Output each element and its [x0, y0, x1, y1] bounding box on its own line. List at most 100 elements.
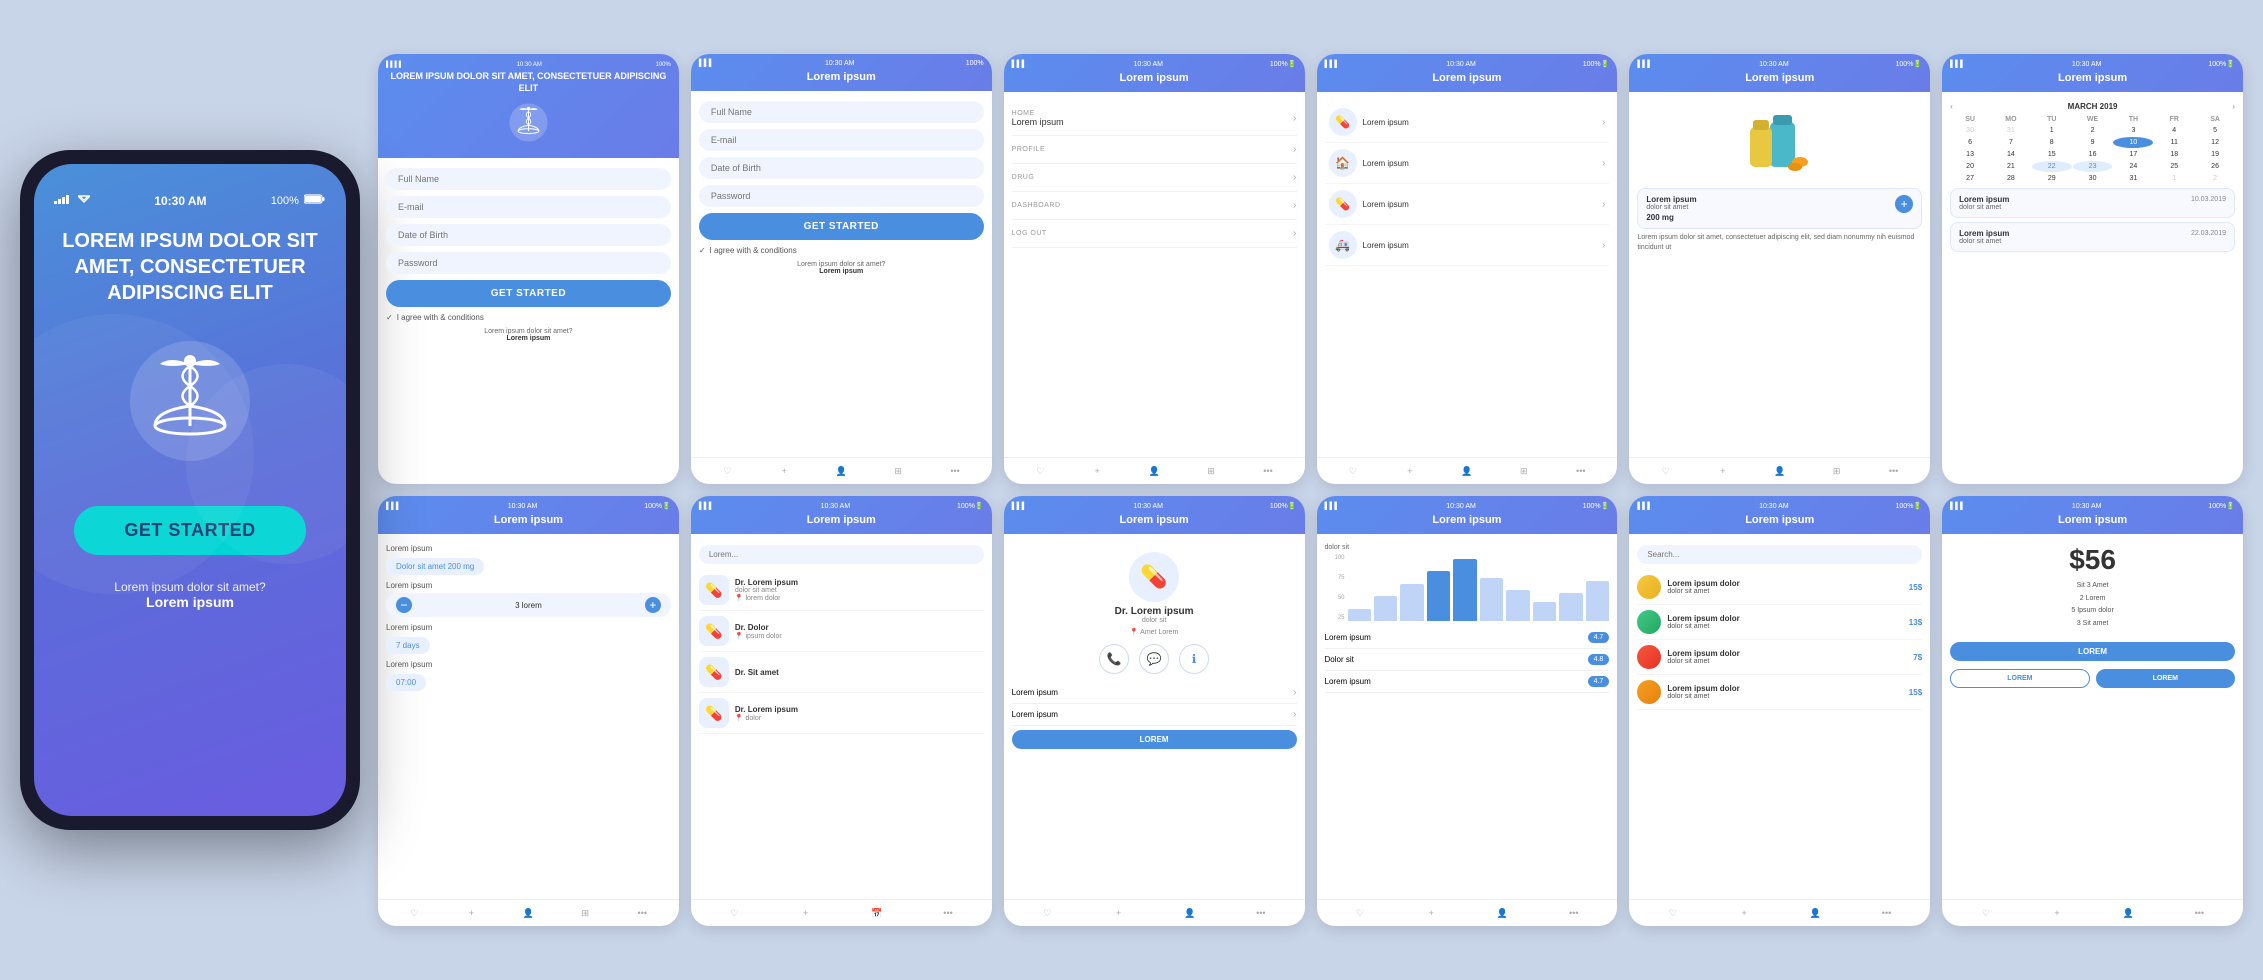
phones-grid: ▌▌▌▌ 10:30 AM 100% LOREM IPSUM DOLOR SIT… — [378, 54, 2243, 926]
nav-home[interactable]: HOME Lorem ipsum › — [1012, 102, 1297, 136]
info-icon[interactable]: ℹ — [1179, 644, 1209, 674]
p9-user-icon[interactable]: 👤 — [1182, 905, 1198, 921]
phone-registration: ▌▌▌▌ 10:30 AM 100% LOREM IPSUM DOLOR SIT… — [378, 54, 679, 484]
p1-get-started-btn[interactable]: GET STARTED — [386, 280, 671, 307]
p9-plus-icon[interactable]: + — [1110, 905, 1126, 921]
doc-profile-avatar: 💊 — [1129, 552, 1179, 602]
nav-home-chevron: › — [1293, 113, 1296, 124]
p2-user-icon[interactable]: 👤 — [833, 463, 849, 479]
p8-calendar-icon[interactable]: 📅 — [869, 905, 885, 921]
p5-title: Lorem ipsum — [1637, 72, 1922, 84]
action-icons: 📞 💬 ℹ — [1012, 644, 1297, 674]
p2-fullname[interactable] — [699, 101, 984, 123]
p1-dob-input[interactable] — [386, 224, 671, 246]
p8-search[interactable] — [699, 545, 984, 564]
doctor-item-4[interactable]: 💊 Dr. Lorem ipsum 📍 dolor — [699, 693, 984, 734]
p2-body: GET STARTED ✓ I agree with & conditions … — [691, 91, 992, 457]
p5-user-icon[interactable]: 👤 — [1772, 463, 1788, 479]
p1-password-input[interactable] — [386, 252, 671, 274]
p7-plus-icon[interactable]: + — [463, 905, 479, 921]
nav-dashboard[interactable]: DASHBOARD › — [1012, 192, 1297, 220]
p2-dots-icon[interactable]: ••• — [947, 463, 963, 479]
doctor-item-2[interactable]: 💊 Dr. Dolor 📍 ipsum dolor — [699, 611, 984, 652]
doc-profile-location: 📍 Amet Lorem — [1012, 628, 1297, 636]
p10-plus-icon[interactable]: + — [1423, 905, 1439, 921]
nav-profile[interactable]: PROFILE › — [1012, 136, 1297, 164]
p2-password[interactable] — [699, 185, 984, 207]
p7-dots-icon[interactable]: ••• — [634, 905, 650, 921]
p12-plus-icon[interactable]: + — [2049, 905, 2065, 921]
doctor-item-1[interactable]: 💊 Dr. Lorem ipsum dolor sit amet 📍 lorem… — [699, 570, 984, 611]
p5-body: + Lorem ipsum dolor sit amet 200 mg Lore… — [1629, 92, 1930, 457]
p11-user-icon[interactable]: 👤 — [1807, 905, 1823, 921]
p3-grid-icon[interactable]: ⊞ — [1203, 463, 1219, 479]
p7-grid-icon[interactable]: ⊞ — [577, 905, 593, 921]
p2-get-started-btn[interactable]: GET STARTED — [699, 213, 984, 240]
p9-lorem-btn[interactable]: LOREM — [1012, 730, 1297, 749]
p8-dots-icon[interactable]: ••• — [940, 905, 956, 921]
p8-heart-icon: ♡ — [726, 905, 742, 921]
med-price-3[interactable]: Lorem ipsum dolor dolor sit amet 7$ — [1637, 640, 1922, 675]
big-time: 10:30 AM — [154, 194, 206, 208]
med-price-1[interactable]: Lorem ipsum dolor dolor sit amet 15$ — [1637, 570, 1922, 605]
big-phone-screen: 10:30 AM 100% LOREM IPSUM DOLOR SIT AMET… — [34, 164, 346, 816]
cat-chevron-3: › — [1602, 199, 1605, 210]
p7-user-icon[interactable]: 👤 — [520, 905, 536, 921]
p1-email-input[interactable] — [386, 196, 671, 218]
p3-dots-icon[interactable]: ••• — [1260, 463, 1276, 479]
lorem-row-2[interactable]: Lorem ipsum › — [1012, 704, 1297, 726]
cat-item-1[interactable]: 💊 Lorem ipsum › — [1325, 102, 1610, 143]
p2-dob[interactable] — [699, 157, 984, 179]
doctor-item-3[interactable]: 💊 Dr. Sit amet — [699, 652, 984, 693]
p3-user-icon[interactable]: 👤 — [1146, 463, 1162, 479]
cal-entry-1: Lorem ipsum 10.03.2019 dolor sit amet — [1950, 188, 2235, 218]
p11-plus-icon[interactable]: + — [1736, 905, 1752, 921]
big-sub-link[interactable]: Lorem ipsum — [146, 594, 234, 610]
cal-prev[interactable]: ‹ — [1950, 102, 1953, 111]
p12-lorem-label[interactable]: LOREM — [1950, 642, 2235, 661]
p3-plus-icon[interactable]: + — [1089, 463, 1105, 479]
p11-dots-icon[interactable]: ••• — [1879, 905, 1895, 921]
p12-btn2[interactable]: LOREM — [2096, 669, 2235, 688]
lorem-row-1[interactable]: Lorem ipsum › — [1012, 682, 1297, 704]
p2-grid-icon[interactable]: ⊞ — [890, 463, 906, 479]
p2-plus-icon[interactable]: + — [776, 463, 792, 479]
p4-grid-icon[interactable]: ⊞ — [1516, 463, 1532, 479]
med-price-2[interactable]: Lorem ipsum dolor dolor sit amet 13$ — [1637, 605, 1922, 640]
p5-grid-icon[interactable]: ⊞ — [1829, 463, 1845, 479]
p4-dots-icon[interactable]: ••• — [1573, 463, 1589, 479]
p2-status: ▌▌▌ 10:30 AM 100% — [699, 60, 984, 67]
p10-dots-icon[interactable]: ••• — [1566, 905, 1582, 921]
p12-dots-icon[interactable]: ••• — [2191, 905, 2207, 921]
p5-plus-icon[interactable]: + — [1715, 463, 1731, 479]
p5-dots-icon[interactable]: ••• — [1886, 463, 1902, 479]
p11-search[interactable] — [1637, 545, 1922, 564]
p4-body: 💊 Lorem ipsum › 🏠 Lorem ipsum › 💊 Lorem … — [1317, 92, 1618, 457]
p7-minus-btn[interactable]: − — [396, 597, 412, 613]
message-icon[interactable]: 💬 — [1139, 644, 1169, 674]
doc-avatar-3: 💊 — [699, 657, 729, 687]
p4-user-icon[interactable]: 👤 — [1459, 463, 1475, 479]
cat-item-4[interactable]: 🚑 Lorem ipsum › — [1325, 225, 1610, 266]
cat-item-2[interactable]: 🏠 Lorem ipsum › — [1325, 143, 1610, 184]
p9-dots-icon[interactable]: ••• — [1253, 905, 1269, 921]
p1-fullname-input[interactable] — [386, 168, 671, 190]
nav-logout[interactable]: LOG OUT › — [1012, 220, 1297, 248]
call-icon[interactable]: 📞 — [1099, 644, 1129, 674]
p12-title: Lorem ipsum — [1950, 514, 2235, 526]
p7-plus-btn[interactable]: + — [645, 597, 661, 613]
p12-user-icon[interactable]: 👤 — [2120, 905, 2136, 921]
p7-dosage-pill: Dolor sit amet 200 mg — [386, 558, 484, 575]
nav-drug[interactable]: DRUG › — [1012, 164, 1297, 192]
cat-item-3[interactable]: 💊 Lorem ipsum › — [1325, 184, 1610, 225]
doc-avatar-4: 💊 — [699, 698, 729, 728]
p10-user-icon[interactable]: 👤 — [1495, 905, 1511, 921]
p4-plus-icon[interactable]: + — [1402, 463, 1418, 479]
p2-email[interactable] — [699, 129, 984, 151]
cal-next[interactable]: › — [2232, 102, 2235, 111]
p7-time-label: Lorem ipsum — [386, 660, 671, 669]
p12-footer: ♡ + 👤 ••• — [1942, 899, 2243, 926]
med-price-4[interactable]: Lorem ipsum dolor dolor sit amet 15$ — [1637, 675, 1922, 710]
p8-plus-icon[interactable]: + — [798, 905, 814, 921]
p12-btn1[interactable]: LOREM — [1950, 669, 2089, 688]
